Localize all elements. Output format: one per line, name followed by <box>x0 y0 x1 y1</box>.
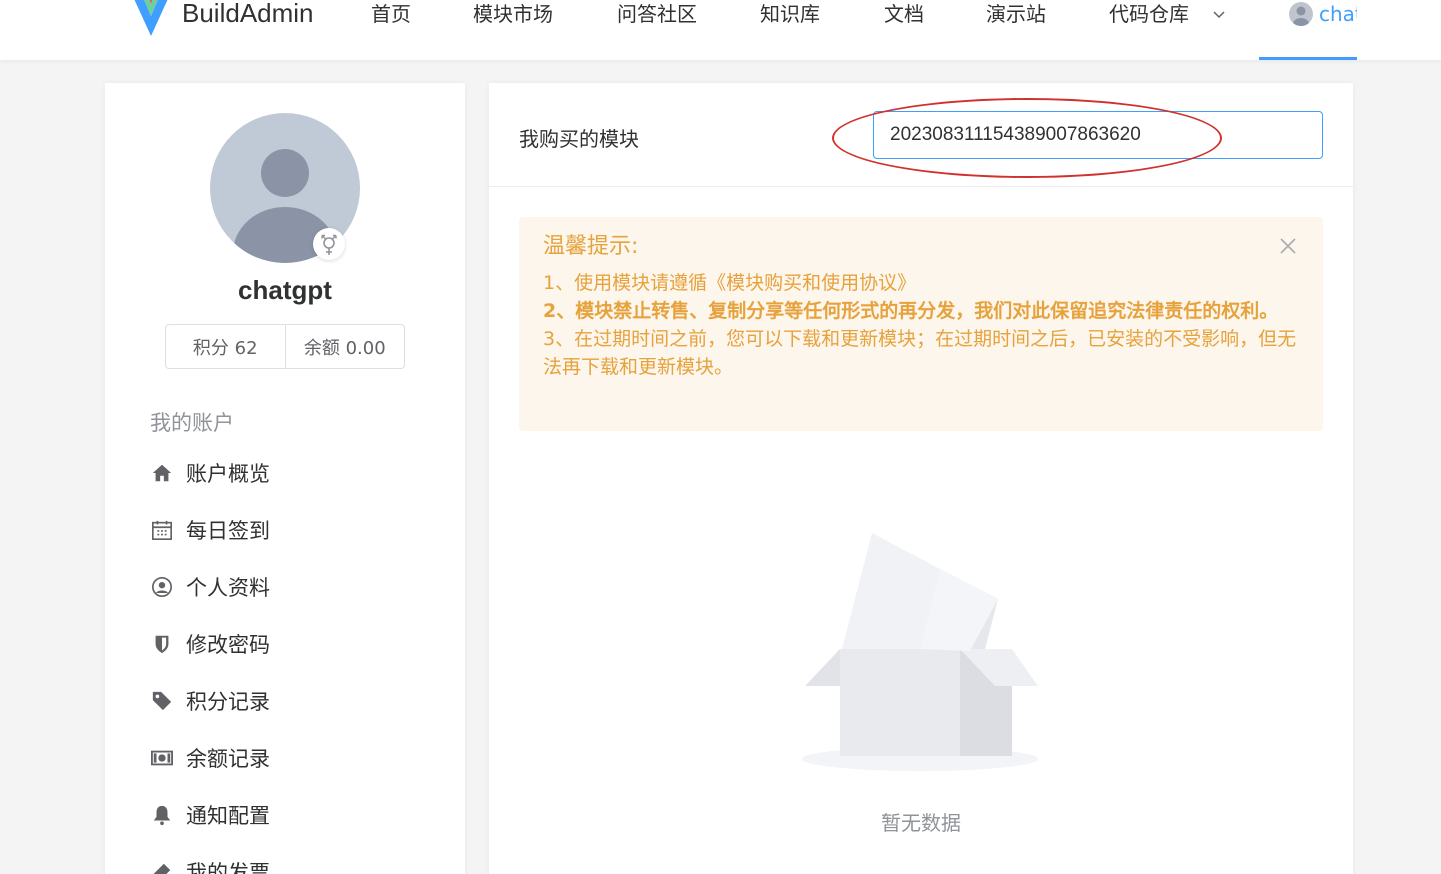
sidebar-item-label: 通知配置 <box>186 804 270 828</box>
sidebar-item-account-overview[interactable]: 账户概览 <box>150 458 270 488</box>
buildadmin-logo-icon[interactable] <box>128 0 174 38</box>
user-sidebar: chatgpt 积分 62 余额 0.00 我的账户 账户概览 每日签到 个人资… <box>105 83 465 874</box>
sidebar-item-notification-settings[interactable]: 通知配置 <box>150 800 270 830</box>
sidebar-item-label: 个人资料 <box>186 576 270 600</box>
ticket-icon <box>150 860 174 874</box>
balance-stat[interactable]: 余额 0.00 <box>284 325 405 368</box>
sidebar-item-my-invoices[interactable]: 我的发票 <box>150 857 270 874</box>
search-input[interactable] <box>873 111 1323 159</box>
nav-code-repo[interactable]: 代码仓库 <box>1109 0 1189 30</box>
nav-home[interactable]: 首页 <box>371 0 411 30</box>
sidebar-item-label: 每日签到 <box>186 519 270 543</box>
chevron-down-icon[interactable] <box>1212 8 1226 22</box>
shield-icon <box>150 632 174 656</box>
alert-line-3: 3、在过期时间之前，您可以下载和更新模块；在过期时间之后，已安装的不受影响，但无… <box>543 328 1297 378</box>
close-icon[interactable] <box>1279 237 1297 255</box>
money-icon <box>150 746 174 770</box>
sidebar-item-label: 余额记录 <box>186 747 270 771</box>
user-circle-icon <box>150 575 174 599</box>
nav-username[interactable]: chatgpt <box>1319 0 1357 28</box>
tag-icon <box>150 689 174 713</box>
section-title-my-account: 我的账户 <box>150 411 234 435</box>
profile-username: chatgpt <box>238 275 332 305</box>
sidebar-item-label: 积分记录 <box>186 690 270 714</box>
page-title: 我购买的模块 <box>519 127 639 151</box>
account-stats: 积分 62 余额 0.00 <box>165 324 405 369</box>
alert-line-2: 2、模块禁止转售、复制分享等任何形式的再分发，我们对此保留追究法律责任的权利。 <box>543 300 1279 322</box>
nav-knowledge-base[interactable]: 知识库 <box>760 0 820 30</box>
nav-user-menu[interactable]: chatgpt <box>1259 0 1357 60</box>
sidebar-item-profile[interactable]: 个人资料 <box>150 572 270 602</box>
gender-icon <box>313 228 345 260</box>
user-avatar-icon <box>1289 2 1313 26</box>
panel-header: 我购买的模块 <box>489 83 1353 187</box>
nav-module-market[interactable]: 模块市场 <box>473 0 553 30</box>
notice-alert: 温馨提示: 1、使用模块请遵循《模块购买和使用协议》 2、模块禁止转售、复制分享… <box>519 217 1323 431</box>
empty-box-icon <box>802 533 1038 771</box>
sidebar-item-daily-checkin[interactable]: 每日签到 <box>150 515 270 545</box>
sidebar-item-change-password[interactable]: 修改密码 <box>150 629 270 659</box>
sidebar-item-label: 账户概览 <box>186 462 270 486</box>
sidebar-item-points-log[interactable]: 积分记录 <box>150 686 270 716</box>
sidebar-item-balance-log[interactable]: 余额记录 <box>150 743 270 773</box>
bell-icon <box>150 803 174 827</box>
nav-qa-community[interactable]: 问答社区 <box>617 0 697 30</box>
alert-title: 温馨提示: <box>543 234 639 259</box>
home-icon <box>150 461 174 485</box>
sidebar-item-label: 修改密码 <box>186 633 270 657</box>
points-stat[interactable]: 积分 62 <box>166 325 285 368</box>
nav-docs[interactable]: 文档 <box>884 0 924 30</box>
brand-name[interactable]: BuildAdmin <box>182 0 314 29</box>
nav-demo-site[interactable]: 演示站 <box>986 0 1046 30</box>
main-panel: 我购买的模块 温馨提示: 1、使用模块请遵循《模块购买和使用协议》 2、模块禁止… <box>489 83 1353 874</box>
calendar-icon <box>150 518 174 542</box>
sidebar-item-label: 我的发票 <box>186 861 270 874</box>
alert-line-1: 1、使用模块请遵循《模块购买和使用协议》 <box>543 272 917 294</box>
top-header: BuildAdmin 首页 模块市场 问答社区 知识库 文档 演示站 代码仓库 … <box>0 0 1441 60</box>
empty-state-text: 暂无数据 <box>881 811 961 835</box>
